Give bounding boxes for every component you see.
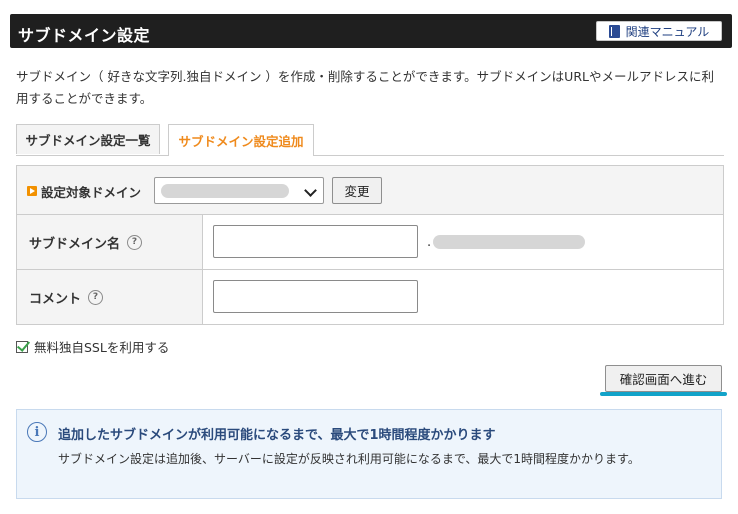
arrow-bullet-icon <box>27 186 37 196</box>
page-description: サブドメイン（ 好きな文字列.独自ドメイン ）を作成・削除することができます。サ… <box>16 69 714 106</box>
domain-suffix-dot: . <box>427 235 432 250</box>
subdomain-label-cell: サブドメイン名 ? <box>17 215 203 269</box>
help-icon[interactable]: ? <box>127 234 143 250</box>
tab-subdomain-add[interactable]: サブドメイン設定追加 <box>168 124 314 156</box>
notice-title: 追加したサブドメインが利用可能になるまで、最大で1時間程度かかります <box>58 428 496 443</box>
help-icon[interactable]: ? <box>88 289 104 305</box>
book-icon <box>608 24 620 38</box>
domain-row: 設定対象ドメイン 変更 <box>17 166 723 215</box>
info-icon: i <box>27 422 47 442</box>
ssl-checkbox[interactable] <box>16 340 28 353</box>
page-header: サブドメイン設定 関連マニュアル <box>10 14 732 48</box>
chevron-down-icon <box>304 184 317 197</box>
related-manual-label: 関連マニュアル <box>625 24 710 39</box>
notice-body: サブドメイン設定は追加後、サーバーに設定が反映され利用可能になるまで、最大で1時… <box>58 452 640 466</box>
domain-suffix-redacted <box>433 235 585 249</box>
comment-row: コメント ? <box>17 270 723 324</box>
domain-label: 設定対象ドメイン <box>41 185 142 200</box>
page-title: サブドメイン設定 <box>18 26 151 45</box>
subdomain-input[interactable] <box>213 225 418 258</box>
subdomain-row: サブドメイン名 ? . <box>17 215 723 270</box>
domain-value-redacted <box>161 184 289 198</box>
domain-select[interactable] <box>154 177 324 204</box>
ssl-label: 無料独自SSLを利用する <box>34 340 170 355</box>
subdomain-form: 設定対象ドメイン 変更 サブドメイン名 ? . コメント ? <box>16 165 724 325</box>
related-manual-button[interactable]: 関連マニュアル <box>596 21 722 41</box>
comment-label: コメント <box>29 291 82 307</box>
tab-bar: サブドメイン設定一覧 サブドメイン設定追加 <box>16 124 724 156</box>
subdomain-label: サブドメイン名 <box>29 236 121 252</box>
change-domain-button[interactable]: 変更 <box>332 177 382 204</box>
highlight-underline <box>600 392 727 396</box>
comment-label-cell: コメント ? <box>17 270 203 324</box>
confirm-button[interactable]: 確認画面へ進む <box>605 365 722 392</box>
tab-subdomain-list[interactable]: サブドメイン設定一覧 <box>16 124 160 154</box>
info-notice: i 追加したサブドメインが利用可能になるまで、最大で1時間程度かかります サブド… <box>16 409 722 499</box>
comment-input[interactable] <box>213 280 418 313</box>
ssl-option: 無料独自SSLを利用する <box>16 337 169 356</box>
